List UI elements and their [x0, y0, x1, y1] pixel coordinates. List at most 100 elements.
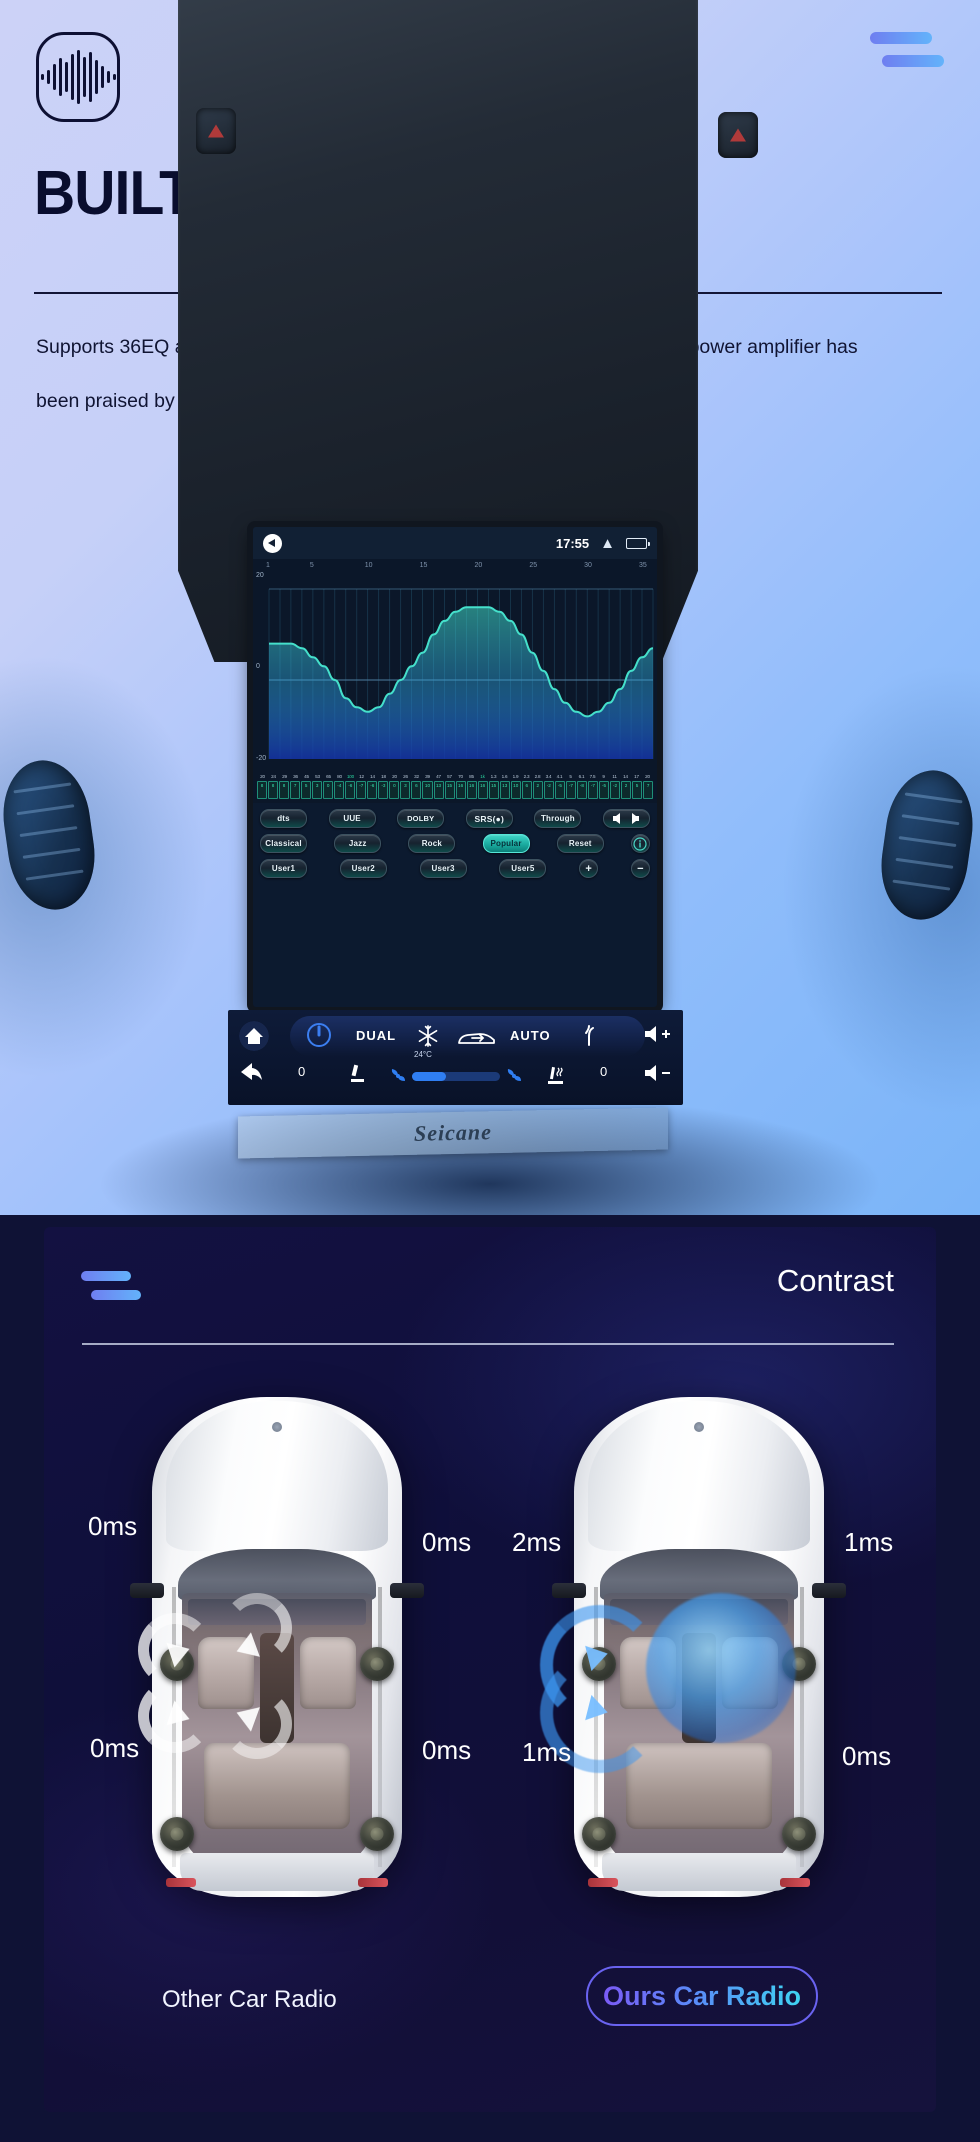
eq-frequency-label: 36 [293, 774, 298, 779]
eq-band-slider[interactable]: 16 [455, 781, 466, 799]
preset--button[interactable]: − [630, 859, 650, 878]
eq-band-slider[interactable]: 3 [400, 781, 411, 799]
eq-band-sliders[interactable]: 8 8 8 7 5 3 0 -4 -6 -7 -6 -3 0 3 6 10 13 15 16 16 16 15 13 10 6 2… [257, 779, 654, 803]
left-temperature-value[interactable]: 0 [298, 1064, 305, 1079]
eq-band-slider[interactable]: 8 [268, 781, 279, 799]
preset-jazz-button[interactable]: Jazz [334, 834, 382, 853]
auto-label[interactable]: AUTO [510, 1028, 551, 1043]
preset-srs-button[interactable]: SRS(●) [465, 809, 513, 828]
preset-popular-button[interactable]: Popular [482, 834, 530, 853]
power-icon[interactable] [306, 1022, 332, 1053]
eq-band-slider[interactable]: -7 [356, 781, 367, 799]
eq-band-slider[interactable]: 6 [411, 781, 422, 799]
hazard-button-left[interactable] [196, 108, 236, 154]
fan-speed-slider[interactable] [412, 1072, 500, 1081]
preset-row-2: Classical Jazz Rock Popular Reset [260, 834, 650, 853]
eq-frequency-label: 47 [436, 774, 441, 779]
eq-band-slider[interactable]: 3 [312, 781, 323, 799]
eq-band-slider[interactable]: 8 [279, 781, 290, 799]
dual-label[interactable]: DUAL [356, 1028, 396, 1043]
eq-band-slider[interactable]: -6 [367, 781, 378, 799]
ours-car-caption: Ours Car Radio [602, 1980, 802, 2011]
hamburger-icon-contrast[interactable] [81, 1271, 141, 1300]
climate-control-bar[interactable]: DUAL 24°C AUTO 0 0 [228, 1010, 683, 1105]
eq-band-slider[interactable]: 13 [499, 781, 510, 799]
eq-band-slider[interactable]: -7 [565, 781, 576, 799]
eq-band-slider[interactable]: 10 [422, 781, 433, 799]
eq-band-slider[interactable]: -8 [576, 781, 587, 799]
snowflake-icon[interactable] [416, 1024, 440, 1053]
eq-band-value: 10 [424, 783, 431, 788]
eq-band-value: 16 [458, 783, 464, 788]
eq-frequency-label: 85 [469, 774, 474, 779]
info-icon[interactable] [630, 834, 650, 853]
eq-band-slider[interactable]: 15 [444, 781, 455, 799]
eq-band-slider[interactable]: 2 [621, 781, 632, 799]
preset-user1-button[interactable]: User1 [260, 859, 307, 878]
eq-band-slider[interactable]: 8 [257, 781, 268, 799]
speaker-front-right [360, 1647, 394, 1681]
fan-icon-left[interactable] [388, 1066, 408, 1091]
eq-band-slider[interactable]: 16 [466, 781, 477, 799]
eq-band-value: -3 [381, 783, 386, 788]
home-icon[interactable] [238, 1020, 270, 1057]
eq-band-slider[interactable]: 5 [301, 781, 312, 799]
preset-user5-button[interactable]: User5 [499, 859, 547, 878]
preset-user3-button[interactable]: User3 [419, 859, 467, 878]
rear-seat [204, 1743, 350, 1829]
delay-label-rear-left-other: 0ms [90, 1733, 140, 1763]
preset-through-button[interactable]: Through [534, 809, 582, 828]
volume-down-icon[interactable] [643, 1062, 673, 1089]
preset-user2-button[interactable]: User2 [339, 859, 387, 878]
ours-car-caption-pill[interactable]: Ours Car Radio [586, 1966, 818, 2026]
hazard-button-right[interactable] [718, 112, 758, 158]
eq-band-value: -5 [601, 783, 607, 788]
back-arrow-icon[interactable] [238, 1060, 266, 1089]
balance-icon[interactable] [602, 809, 650, 828]
preset--button[interactable]: + [579, 859, 599, 878]
eq-band-slider[interactable]: 16 [477, 781, 488, 799]
fan-icon-right[interactable] [504, 1066, 524, 1091]
eq-band-value: -6 [370, 783, 375, 788]
head-unit-screen[interactable]: 17:55 ▲ 1 5 10 15 20 25 30 35 20 0 -20 2… [253, 527, 657, 1007]
eq-curve-graph[interactable]: 1 5 10 15 20 25 30 35 20 0 -20 [253, 559, 657, 771]
preset-reset-button[interactable]: Reset [556, 834, 604, 853]
eq-band-slider[interactable]: 0 [323, 781, 334, 799]
fan-speed-fill [412, 1072, 446, 1081]
eq-band-slider[interactable]: -5 [554, 781, 565, 799]
eq-band-slider[interactable]: -2 [610, 781, 621, 799]
heated-seat-icon[interactable] [544, 1062, 570, 1093]
eq-band-slider[interactable]: 7 [643, 781, 654, 799]
eq-band-slider[interactable]: 0 [389, 781, 400, 799]
eq-band-slider[interactable]: -5 [598, 781, 609, 799]
right-temperature-value[interactable]: 0 [600, 1064, 607, 1079]
eq-presets[interactable]: dts UUE DOLBY SRS(●) Through Classical Jazz Ro… [253, 803, 657, 891]
eq-frequency-label: 11 [612, 774, 617, 779]
defrost-icon[interactable] [576, 1023, 602, 1054]
eq-band-slider[interactable]: -3 [378, 781, 389, 799]
eq-band-slider[interactable]: 13 [433, 781, 444, 799]
eq-band-slider[interactable]: -6 [345, 781, 356, 799]
eq-band-slider[interactable]: 15 [488, 781, 499, 799]
volume-up-icon[interactable] [643, 1023, 673, 1050]
eq-band-slider[interactable]: -4 [334, 781, 345, 799]
preset-classical-button[interactable]: Classical [260, 834, 307, 853]
air-recirculation-icon[interactable] [456, 1027, 498, 1054]
chevron-up-icon[interactable]: ▲ [600, 536, 615, 551]
eq-band-slider[interactable]: 6 [521, 781, 532, 799]
preset-uue-button[interactable]: UUE [328, 809, 376, 828]
eq-band-slider[interactable]: 5 [632, 781, 643, 799]
eq-band-slider[interactable]: -2 [543, 781, 554, 799]
preset-rock-button[interactable]: Rock [408, 834, 456, 853]
eq-frequency-label: 5 [569, 774, 572, 779]
seat-position-icon[interactable] [346, 1062, 370, 1091]
eq-band-slider[interactable]: 10 [510, 781, 521, 799]
eq-band-slider[interactable]: 2 [532, 781, 543, 799]
hamburger-icon[interactable] [870, 32, 944, 78]
eq-band-panel[interactable]: 20 24 29 36 45 53 65 80 100 12 14 18 20 26 32 39 47 57 70 8… [253, 771, 657, 803]
volume-mute-icon[interactable] [263, 533, 282, 553]
eq-band-slider[interactable]: 7 [290, 781, 301, 799]
preset-dolby-button[interactable]: DOLBY [397, 809, 445, 828]
eq-band-slider[interactable]: -7 [587, 781, 598, 799]
preset-dts-button[interactable]: dts [260, 809, 307, 828]
